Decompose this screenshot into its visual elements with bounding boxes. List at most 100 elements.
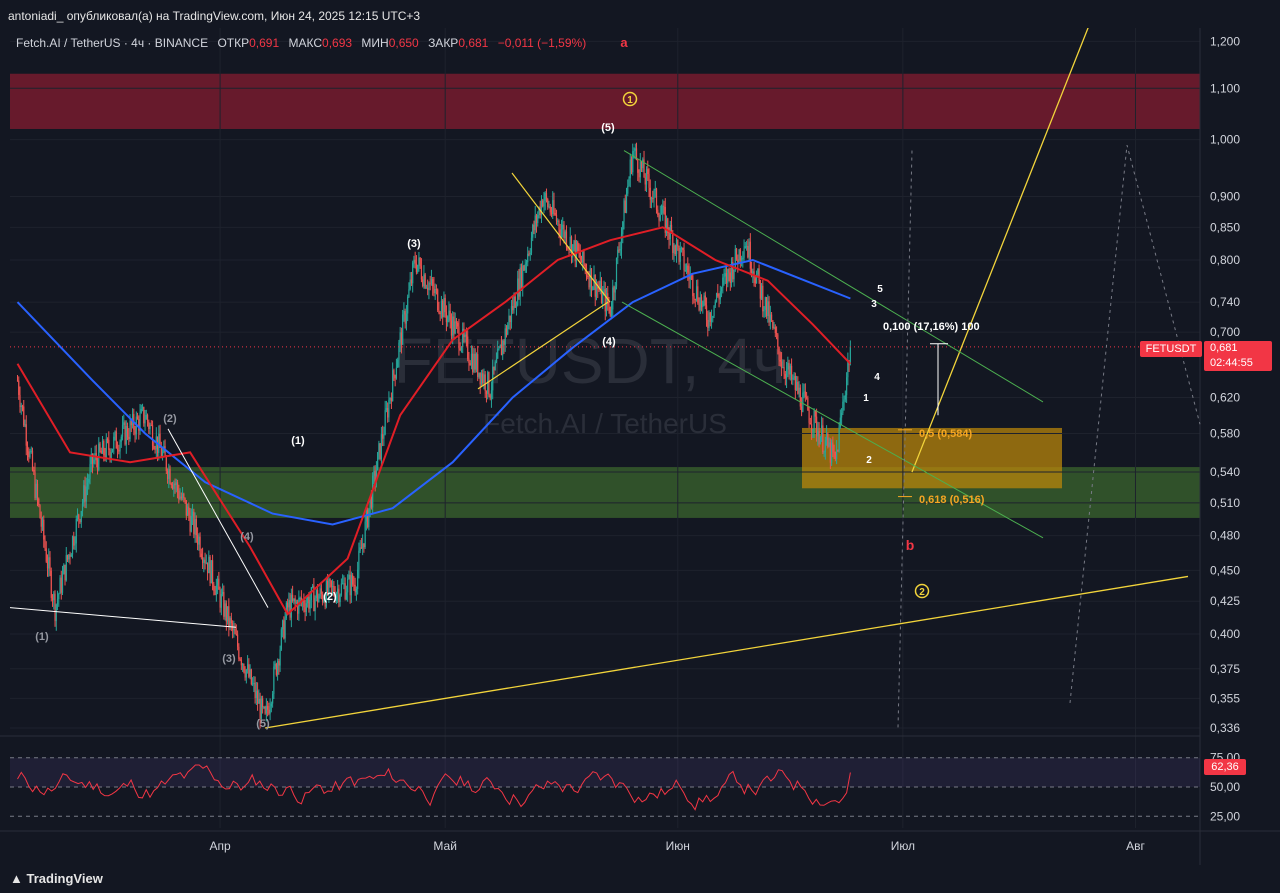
candle-body [760, 285, 763, 299]
y-tick-label: 0,620 [1210, 391, 1240, 405]
candle-body [694, 298, 696, 300]
candle-body [54, 593, 56, 622]
x-tick-label: Апр [209, 839, 231, 853]
candle-body [257, 690, 259, 704]
candle-body [472, 353, 474, 372]
candle-body [86, 482, 89, 487]
symbol-legend: Fetch.AI / TetherUS · 4ч · BINANCE ОТКР0… [16, 36, 586, 50]
candle-body [447, 316, 449, 323]
candle-body [615, 257, 618, 287]
candle-body [80, 511, 82, 523]
candle-body [250, 669, 252, 685]
candle-body [38, 498, 40, 506]
change-value: −0,011 (−1,59%) [497, 36, 587, 50]
candle-body [424, 274, 426, 288]
candle-body [377, 452, 379, 471]
candle-body [653, 190, 655, 199]
candle-body [512, 306, 514, 311]
candle-body [649, 187, 651, 200]
candle-body [818, 431, 820, 445]
candle-body [186, 506, 189, 516]
candle-body [515, 305, 518, 308]
candle-body [797, 381, 799, 394]
candle-body [529, 252, 531, 255]
candle-body [59, 577, 61, 594]
candle-body [338, 588, 340, 603]
y-tick-label: 0,540 [1210, 465, 1240, 479]
candle-body [305, 603, 307, 613]
candle-body [545, 193, 548, 199]
price-chart-svg[interactable]: 1,200 1,100 1,000 0,900 0,850 0,800 0,740 0,700… [0, 22, 1280, 865]
candle-body [417, 264, 419, 273]
candle-body [495, 358, 498, 363]
candle-body [729, 272, 731, 283]
candle-body [60, 577, 62, 593]
candle-body [569, 236, 571, 248]
bar-countdown: 02:44:55 [1210, 357, 1253, 369]
y-tick-label: 0,480 [1210, 529, 1240, 543]
candle-body [402, 314, 404, 345]
candle-body [194, 519, 196, 535]
candle-body [382, 434, 384, 439]
yellow-wedge-line [511, 172, 611, 303]
high-value: 0,693 [322, 36, 353, 50]
candle-body [608, 304, 610, 307]
candle-body [79, 519, 81, 523]
open-label: ОТКР [217, 36, 250, 50]
candle-body [672, 233, 674, 253]
candle-body [109, 449, 111, 458]
candle-body [519, 267, 521, 297]
wave-label: 0,100 (17,16%) 100 [883, 321, 980, 333]
candle-body [46, 561, 49, 569]
candle-body [777, 334, 779, 348]
candle-body [723, 276, 725, 278]
wave-label: 4 [874, 372, 880, 383]
candle-body [110, 452, 112, 458]
candle-body [26, 445, 29, 452]
candle-body [460, 347, 463, 351]
candle-body [715, 293, 718, 302]
top-bar: antoniadi_ опубликовал(а) на TradingView… [0, 0, 1280, 28]
candle-body [525, 262, 528, 265]
candle-body [223, 592, 225, 617]
candle-body [340, 583, 342, 595]
candle-body [394, 375, 396, 379]
candle-body [549, 206, 551, 213]
candle-body [419, 257, 421, 267]
candle-body [778, 347, 780, 360]
candle-body [823, 451, 825, 453]
candle-body [794, 376, 796, 391]
candle-body [169, 468, 171, 484]
chart-area[interactable]: 1,200 1,100 1,000 0,900 0,850 0,800 0,740 0,700… [0, 22, 1280, 865]
candle-body [113, 436, 115, 449]
candle-body [543, 200, 545, 207]
candle-body [662, 205, 664, 214]
candle-body [650, 197, 653, 200]
candle-body [813, 410, 815, 430]
candle-body [807, 398, 809, 411]
candle-body [383, 434, 385, 439]
candle-body [409, 279, 411, 290]
candle-body [693, 296, 695, 299]
candle-body [668, 233, 670, 240]
candle-body [725, 273, 728, 284]
candle-body [123, 422, 125, 426]
candle-body [520, 267, 523, 288]
candle-body [444, 297, 446, 313]
candle-body [389, 398, 391, 400]
candle-body [779, 359, 781, 362]
candle-body [772, 320, 774, 329]
candle-body [118, 449, 120, 452]
candle-body [542, 200, 544, 207]
candle-body [414, 259, 416, 264]
y-tick-label: 0,740 [1210, 295, 1240, 309]
candle-body [191, 511, 194, 516]
candle-body [552, 200, 554, 215]
candle-body [400, 332, 403, 345]
candle-body [819, 436, 821, 445]
candle-body [279, 649, 281, 666]
candle-body [822, 425, 824, 453]
candle-body [339, 594, 341, 603]
candle-body [180, 496, 182, 499]
candle-body [53, 593, 55, 601]
